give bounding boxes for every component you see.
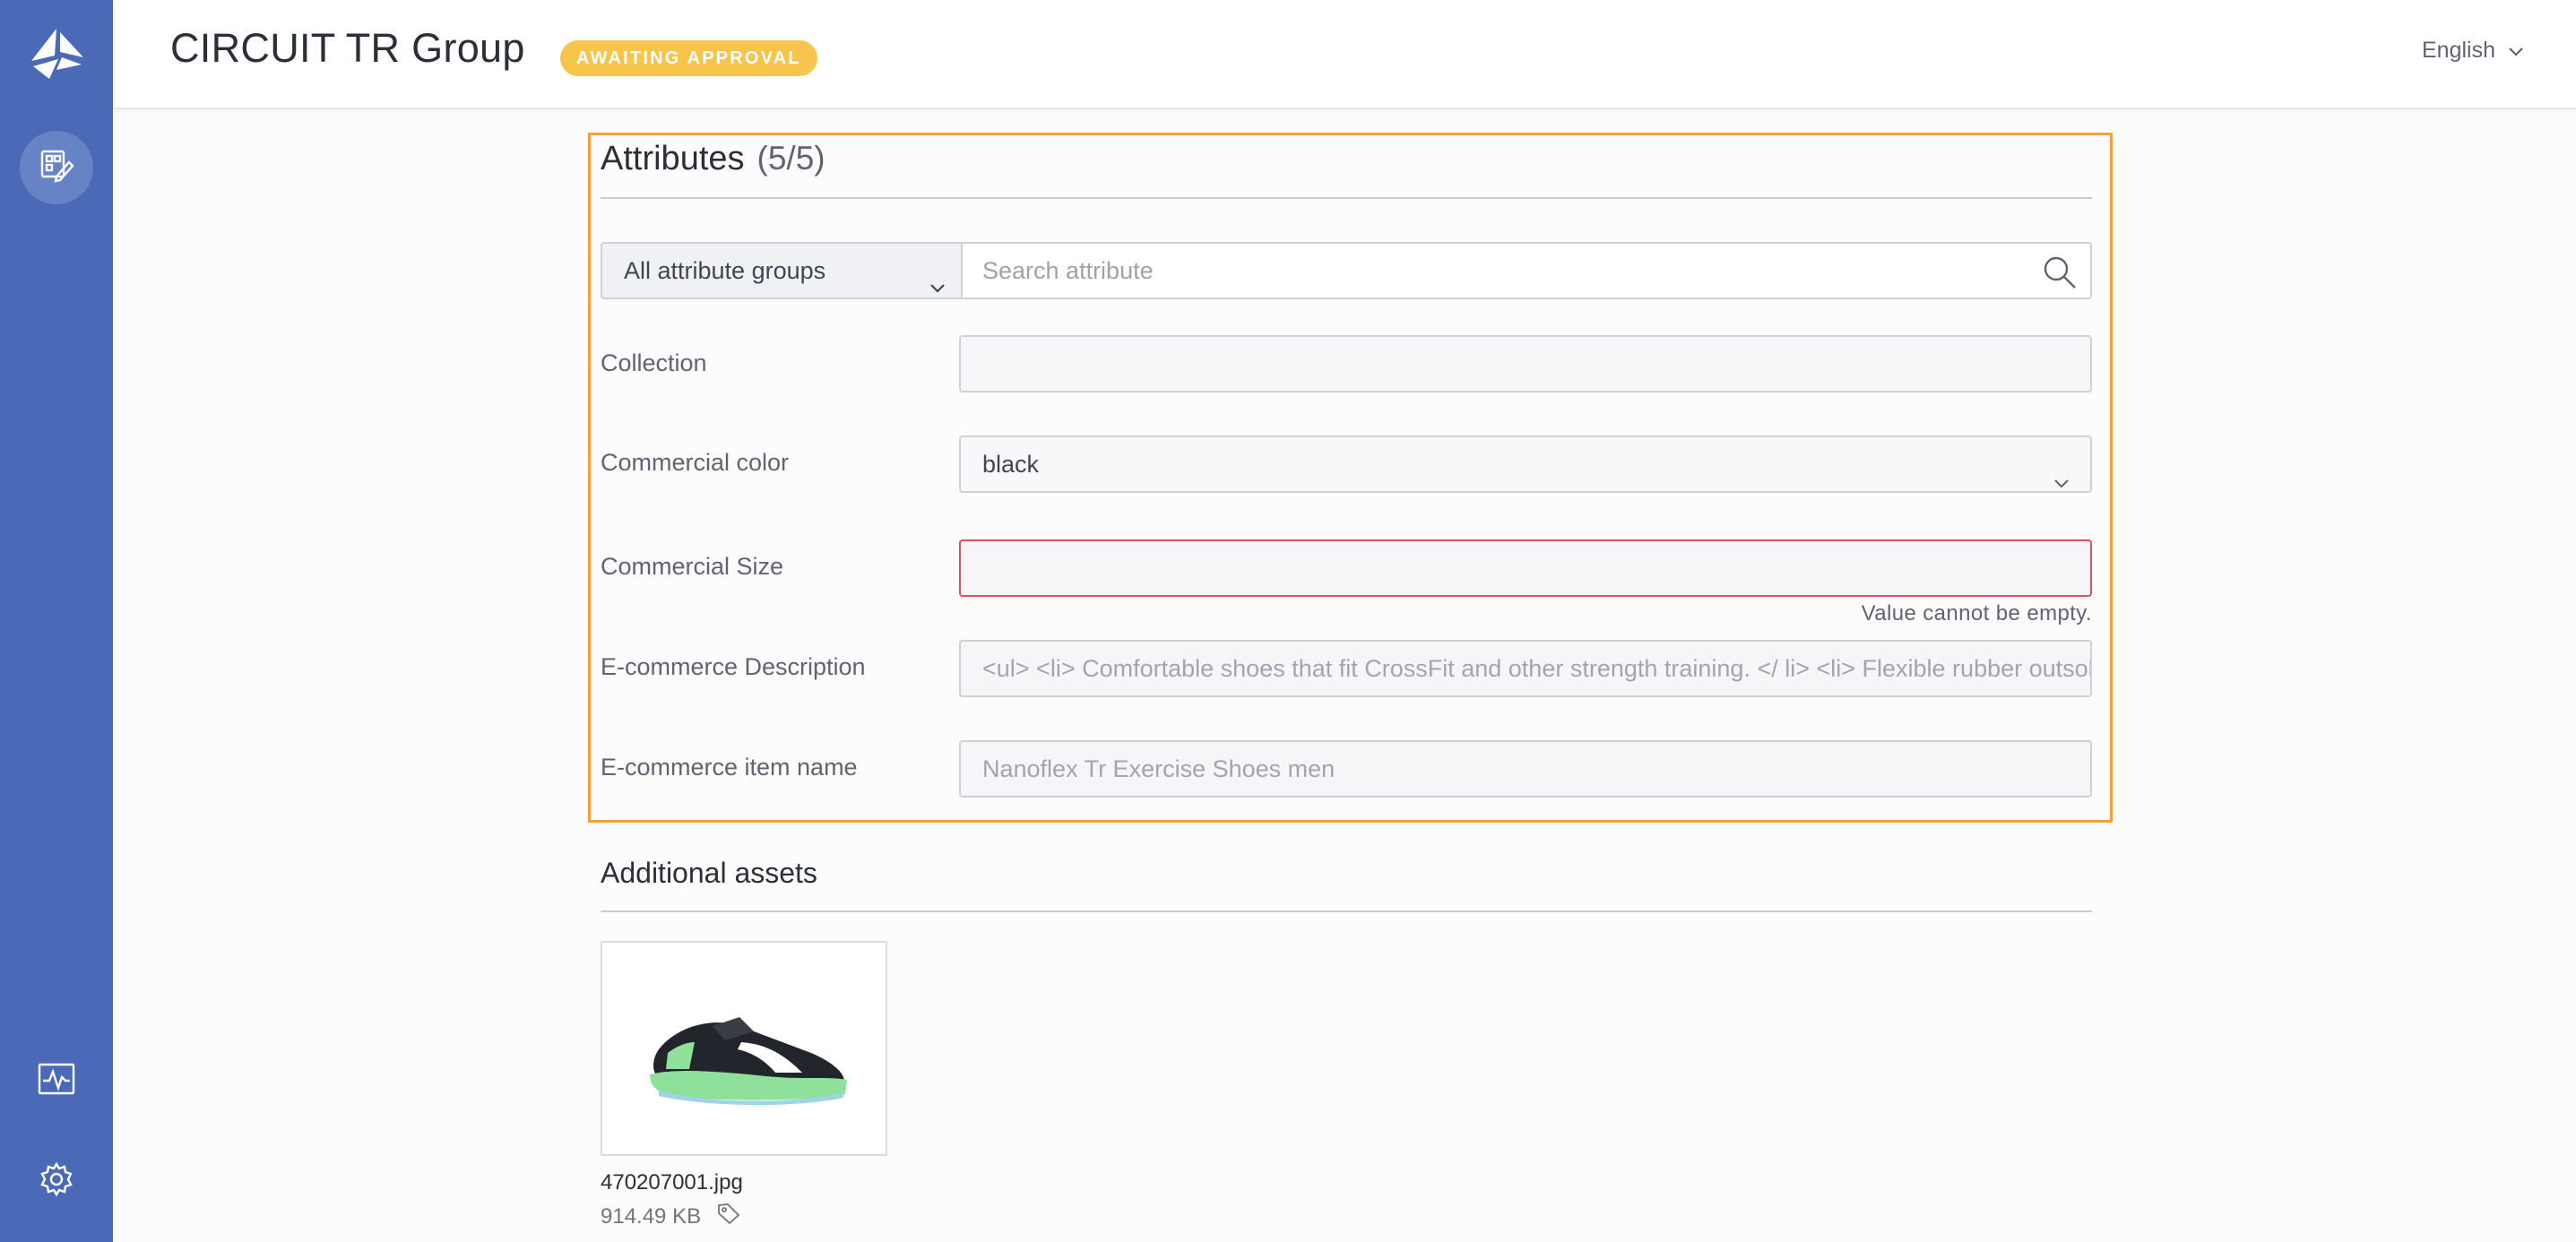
commercial-color-select[interactable]: black <box>959 436 2092 493</box>
search-input[interactable] <box>963 244 1984 298</box>
chevron-down-icon <box>929 260 947 314</box>
attribute-search <box>961 242 2092 299</box>
product-edit-icon <box>39 148 74 188</box>
gear-icon <box>39 1161 74 1202</box>
sidebar-item-activity[interactable] <box>33 1057 80 1104</box>
chevron-down-icon <box>2053 455 2070 491</box>
asset-size: 914.49 KB <box>601 1203 702 1229</box>
attribute-group-value: All attribute groups <box>624 257 826 284</box>
field-label-commercial-size: Commercial Size <box>601 553 784 580</box>
ecommerce-item-name-field[interactable]: Nanoflex Tr Exercise Shoes men <box>959 740 2092 798</box>
top-bar: CIRCUIT TR Group AWAITING APPROVAL Engli… <box>113 0 2576 109</box>
asset-filename[interactable]: 470207001.jpg <box>601 1170 743 1195</box>
sidebar-item-settings[interactable] <box>33 1158 80 1204</box>
field-label-collection: Collection <box>601 349 707 376</box>
logo-icon[interactable] <box>24 25 89 82</box>
language-label: English <box>2422 38 2495 63</box>
commercial-size-error: Value cannot be empty. <box>1861 601 2092 625</box>
field-label-commercial-color: Commercial color <box>601 449 790 476</box>
field-label-ecommerce-description: E-commerce Description <box>601 653 866 680</box>
activity-icon <box>38 1063 75 1100</box>
search-icon[interactable] <box>2042 254 2078 295</box>
sidebar <box>0 0 113 1242</box>
status-badge: AWAITING APPROVAL <box>560 40 817 76</box>
asset-thumbnail[interactable] <box>601 941 887 1156</box>
commercial-color-value: black <box>982 451 1040 478</box>
asset-size-row: 914.49 KB <box>601 1203 740 1230</box>
shoe-image <box>650 1017 847 1106</box>
attributes-count: (5/5) <box>756 140 826 177</box>
assets-divider <box>601 910 2092 912</box>
ecommerce-description-field[interactable]: <ul> <li> Comfortable shoes that fit Cro… <box>959 640 2092 697</box>
chevron-down-icon <box>2508 38 2524 64</box>
assets-title: Additional assets <box>601 857 817 889</box>
language-selector[interactable]: English <box>2422 38 2524 64</box>
page-title: CIRCUIT TR Group <box>170 25 525 71</box>
attributes-title: Attributes (5/5) <box>601 140 826 178</box>
attributes-title-text: Attributes <box>601 140 745 177</box>
tag-icon[interactable] <box>717 1203 740 1230</box>
attribute-group-select[interactable]: All attribute groups <box>601 242 961 299</box>
field-label-ecommerce-item-name: E-commerce item name <box>601 754 858 781</box>
sidebar-item-products[interactable] <box>20 131 93 204</box>
attributes-divider <box>601 197 2092 199</box>
commercial-size-field[interactable] <box>959 539 2092 597</box>
collection-field[interactable] <box>959 335 2092 392</box>
